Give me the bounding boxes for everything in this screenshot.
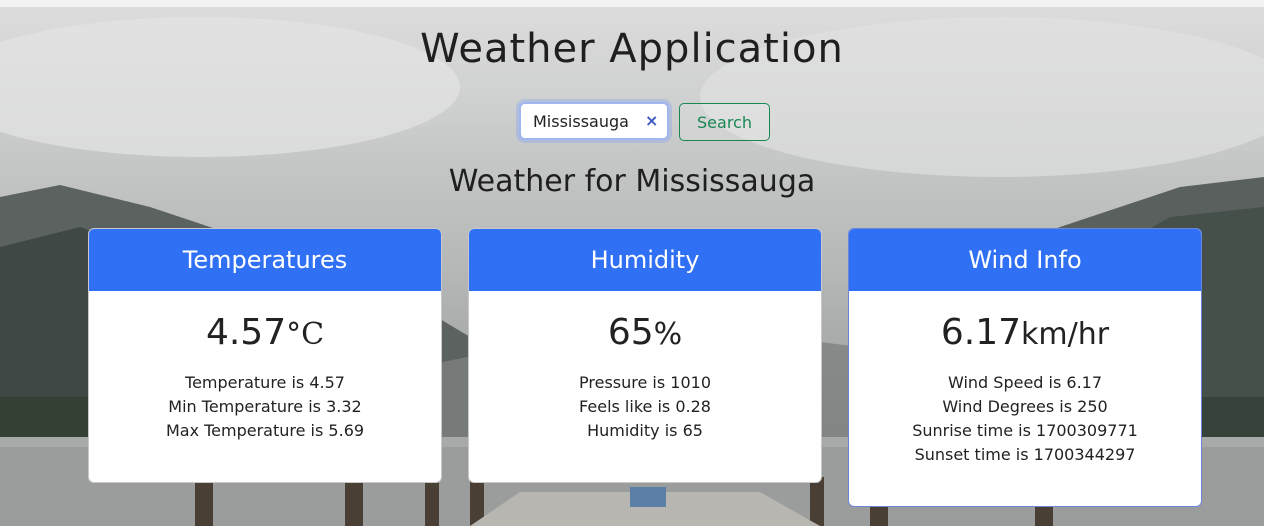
top-bar — [0, 0, 1264, 7]
humidity-number: 65 — [607, 312, 654, 353]
weather-heading: Weather for Mississauga — [448, 164, 816, 199]
search-input[interactable] — [533, 104, 645, 138]
detail-line: Pressure is 1010 — [579, 373, 711, 392]
detail-line: Temperature is 4.57 — [185, 373, 345, 392]
humidity-value: 65% — [469, 311, 821, 355]
humidity-details: Pressure is 1010 Feels like is 0.28 Humi… — [469, 371, 821, 443]
temperature-unit: °C — [286, 317, 325, 352]
detail-line: Wind Degrees is 250 — [942, 397, 1108, 416]
app-title: Weather Application — [420, 26, 844, 72]
humidity-card: Humidity 65% Pressure is 1010 Feels like… — [468, 228, 822, 483]
temperature-details: Temperature is 4.57 Min Temperature is 3… — [89, 371, 441, 443]
detail-line: Max Temperature is 5.69 — [165, 421, 365, 440]
search-field-wrapper: × — [519, 102, 669, 140]
wind-value: 6.17km/hr — [849, 311, 1201, 355]
humidity-unit: % — [653, 317, 683, 352]
wind-number: 6.17 — [940, 312, 1022, 353]
detail-line: Wind Speed is 6.17 — [947, 373, 1103, 392]
detail-line: Min Temperature is 3.32 — [168, 397, 362, 416]
temperature-value: 4.57°C — [89, 311, 441, 355]
temperature-number: 4.57 — [205, 312, 287, 353]
wind-card: Wind Info 6.17km/hr Wind Speed is 6.17 W… — [848, 228, 1202, 507]
card-title: Temperatures — [89, 229, 441, 291]
wind-unit: km/hr — [1021, 317, 1110, 352]
card-title: Humidity — [469, 229, 821, 291]
detail-line: Sunset time is 1700344297 — [914, 445, 1136, 464]
wind-details: Wind Speed is 6.17 Wind Degrees is 250 S… — [849, 371, 1201, 467]
detail-line: Sunrise time is 1700309771 — [912, 421, 1138, 440]
card-title: Wind Info — [849, 229, 1201, 291]
detail-line: Feels like is 0.28 — [579, 397, 711, 416]
temperatures-card: Temperatures 4.57°C Temperature is 4.57 … — [88, 228, 442, 483]
detail-line: Humidity is 65 — [587, 421, 703, 440]
search-button[interactable]: Search — [679, 103, 770, 141]
close-icon[interactable]: × — [645, 112, 658, 130]
